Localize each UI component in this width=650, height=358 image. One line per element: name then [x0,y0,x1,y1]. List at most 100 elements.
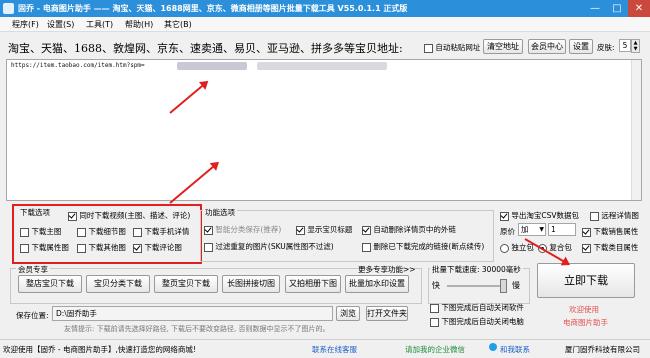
remove-links-checkbox[interactable] [362,225,371,235]
delete-done-links-checkbox[interactable] [362,242,371,252]
show-title-checkbox[interactable] [296,225,305,235]
skin-label: 皮肤: [597,43,615,52]
price-op-value: 加 [521,225,529,234]
filter-duplicates-option[interactable]: 过滤重复的图片(SKU属性图不过滤) [204,241,334,252]
main-image-label: 下载主图 [31,227,62,236]
url-text: https://item.taobao.com/item.htm?spm= [11,62,145,69]
maximize-button[interactable]: □ [606,0,628,17]
whole-shop-download-button[interactable]: 整店宝贝下载 [18,275,82,293]
remove-links-option[interactable]: 自动删除详情页中的外链 [362,224,456,235]
delete-done-links-label: 删除已下载完成的链接(断点续传) [373,242,485,251]
auto-poweroff-option[interactable]: 下图完成后自动关闭电脑 [430,316,524,327]
menu-program[interactable]: 程序(F) [12,19,39,30]
skin-spinner[interactable]: ▲ ▼ [631,39,640,53]
auto-poweroff-checkbox[interactable] [430,317,439,327]
other-image-checkbox[interactable] [77,243,86,253]
category-attr-checkbox[interactable] [582,243,591,253]
speed-slider-thumb[interactable] [500,279,507,293]
remote-detail-checkbox[interactable] [590,211,599,221]
sales-attr-label: 下载销售属性 [593,227,639,236]
qq-contact-link[interactable]: 和我联系 [500,344,530,355]
attr-image-option[interactable]: 下载属性图 [20,242,69,253]
smart-category-option[interactable]: 智能分类保存(推荐) [204,224,281,235]
main-image-checkbox[interactable] [20,227,29,237]
welcome-line2: 电商图片助手 [563,318,608,327]
show-title-option[interactable]: 显示宝贝标题 [296,224,352,235]
minimize-button[interactable]: — [584,0,606,17]
menu-tools[interactable]: 工具(T) [86,19,113,30]
app-icon [3,3,14,14]
auto-close-software-option[interactable]: 下图完成后自动关闭软件 [430,302,524,313]
detail-image-checkbox[interactable] [77,227,86,237]
skin-input[interactable]: 5 [619,39,631,52]
online-service-link[interactable]: 联系在线客服 [312,344,357,355]
open-folder-button[interactable]: 打开文件夹 [366,306,408,321]
comment-image-checkbox[interactable] [133,243,142,253]
watermark-settings-button[interactable]: 批量加水印设置 [345,275,409,293]
other-image-option[interactable]: 下载其他图 [77,242,126,253]
redacted-url-part [177,62,247,70]
category-download-button[interactable]: 宝贝分类下载 [86,275,150,293]
welcome-line1: 欢迎使用 [569,305,599,314]
mobile-detail-option[interactable]: 下载手机详情 [133,226,189,237]
standalone-pkg-option[interactable]: 独立包 [500,242,534,253]
member-center-button[interactable]: 会员中心 [528,39,566,54]
category-attr-label: 下载类目属性 [593,243,639,252]
merged-pkg-label: 复合包 [549,243,572,252]
speed-fast-label: 快 [432,281,440,290]
tip-text: 友情提示: 下载前请先选择好路径, 下载后不要改变路径, 否则数据中显示不了图片… [64,325,330,333]
remote-detail-option[interactable]: 远程详情图 [590,210,639,221]
download-now-button[interactable]: 立即下载 [537,263,635,298]
delete-done-links-option[interactable]: 删除已下载完成的链接(断点续传) [362,241,484,252]
video-option[interactable]: 同时下载视频(主图、描述、评论) [68,210,190,221]
auto-paste-checkbox[interactable] [424,43,433,53]
price-op-select[interactable]: 加 ▼ [518,223,546,236]
auto-poweroff-label: 下图完成后自动关闭电脑 [441,317,524,326]
comment-image-option[interactable]: 下载评论图 [133,242,182,253]
mobile-detail-checkbox[interactable] [133,227,142,237]
video-checkbox[interactable] [68,211,77,221]
attr-image-checkbox[interactable] [20,243,29,253]
save-path-label: 保存位置: [16,311,49,320]
menu-help[interactable]: 帮助(H) [125,19,153,30]
qq-icon [489,343,497,351]
filter-duplicates-checkbox[interactable] [204,242,213,252]
auto-close-software-label: 下图完成后自动关闭软件 [441,303,524,312]
settings-button[interactable]: 设置 [569,39,593,54]
menu-other[interactable]: 其它(B) [164,19,192,30]
company-name: 厦门固乔科技有限公司 [565,345,640,354]
speed-title: 批量下载速度: 30000毫秒 [430,264,523,275]
price-value-input[interactable]: 1 [548,223,576,236]
browse-button[interactable]: 浏览 [336,306,360,321]
standalone-pkg-radio[interactable] [500,243,509,253]
menu-settings[interactable]: 设置(S) [47,19,74,30]
more-functions-link[interactable]: 更多专享功能>> [358,264,416,275]
export-csv-label: 导出淘宝CSV数据包 [511,211,580,220]
remove-links-label: 自动删除详情页中的外链 [373,225,456,234]
speed-slider-track[interactable] [447,285,507,287]
clear-url-button[interactable]: 清空地址 [483,39,523,54]
sales-attr-checkbox[interactable] [582,227,591,237]
page-download-button[interactable]: 整页宝贝下载 [154,275,218,293]
export-csv-checkbox[interactable] [500,211,509,221]
auto-paste-option[interactable]: 自动粘贴网址 [424,42,480,53]
url-textarea[interactable]: https://item.taobao.com/item.htm?spm= [6,59,642,201]
url-scrollbar[interactable] [631,60,641,200]
upyun-album-button[interactable]: 又拍相册下图 [285,275,341,293]
menu-bar: 程序(F) 设置(S) 工具(T) 帮助(H) 其它(B) [0,17,650,32]
smart-category-checkbox[interactable] [204,225,213,235]
show-title-label: 显示宝贝标题 [307,225,353,234]
category-attr-option[interactable]: 下载类目属性 [582,242,638,253]
auto-paste-label: 自动粘贴网址 [435,43,481,52]
speed-slow-label: 慢 [512,281,520,290]
main-image-option[interactable]: 下载主图 [20,226,61,237]
sales-attr-option[interactable]: 下载销售属性 [582,226,638,237]
save-path-input[interactable]: D:\固乔助手 [52,306,333,321]
detail-image-option[interactable]: 下载细节图 [77,226,126,237]
close-button[interactable]: ✕ [628,0,650,17]
status-bar: 欢迎使用【固乔 - 电商图片助手】,快速打造您的网络商城! 联系在线客服 请加我… [0,339,650,358]
export-csv-option[interactable]: 导出淘宝CSV数据包 [500,210,579,221]
auto-close-software-checkbox[interactable] [430,303,439,313]
wechat-link[interactable]: 请加我的企业微信 [405,344,465,355]
long-image-button[interactable]: 长图拼接切图 [222,275,280,293]
